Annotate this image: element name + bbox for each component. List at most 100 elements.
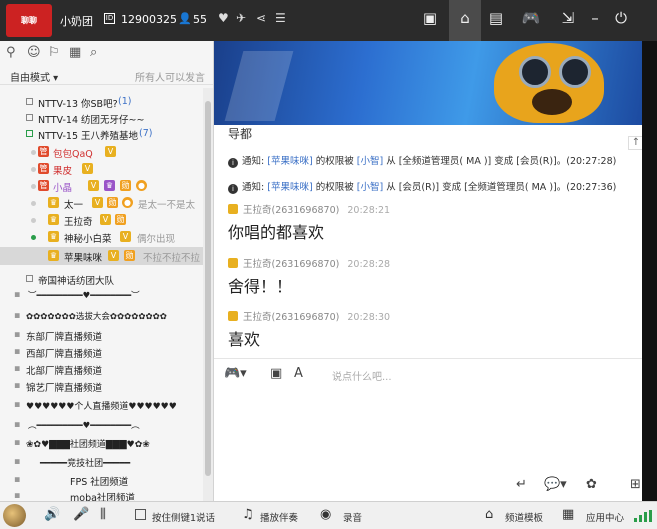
plane-icon[interactable]: ✈ <box>236 11 246 25</box>
enter-icon[interactable]: ↵ <box>516 477 527 492</box>
vip-badge-icon: V <box>120 231 131 242</box>
admin-badge-icon: 管 <box>38 146 49 157</box>
tree-item[interactable]: NTTV-13 你SB吧? (1) <box>0 94 203 110</box>
collapse-arrow-icon: ▪ <box>14 329 21 340</box>
push-to-talk-checkbox[interactable] <box>135 509 146 520</box>
tree-item[interactable]: 帝国神话纺团大队 <box>0 271 203 287</box>
admin-badge-icon: 管 <box>38 180 49 191</box>
message-sender[interactable]: 王拉奇(2631696870) 20:28:30 <box>228 309 390 323</box>
heart-icon[interactable]: ♥ <box>218 11 229 25</box>
gamepad-emoji-icon[interactable]: 🎮▾ <box>224 366 247 381</box>
search-icon[interactable]: ⌕ <box>90 45 97 60</box>
record-button[interactable]: 录音 <box>343 510 362 524</box>
list-icon[interactable]: ▤ <box>485 9 507 27</box>
menu-icon[interactable]: ☰ <box>275 11 286 25</box>
signal-strength-icon <box>634 510 654 522</box>
gamepad-icon[interactable]: 🎮 <box>520 9 542 27</box>
chat-bubble-icon[interactable]: 💬▾ <box>544 477 567 492</box>
message-text: 舍得！！ <box>228 277 293 296</box>
mixer-icon[interactable]: ⫼ <box>100 507 106 522</box>
tree-item-user-selected[interactable]: ♛ 苹果味咪 V 勋 不拉不拉不拉 <box>0 247 203 265</box>
channel-logo[interactable]: 聊聊 <box>6 4 52 37</box>
mic-icon[interactable]: 🎤 <box>73 507 89 522</box>
status-dot-icon <box>31 235 36 240</box>
tree-item[interactable]: NTTV-14 纺团无牙仔~~ <box>0 110 203 126</box>
tree-item[interactable]: ▪ 锦艺厂牌直播频道 <box>0 378 203 394</box>
role-badge-icon: ♛ <box>48 231 59 242</box>
banner-goggle-right <box>559 56 591 88</box>
accompany-button[interactable]: 播放伴奏 <box>260 510 298 524</box>
tree-item[interactable]: ▪ 西部厂牌直播频道 <box>0 344 203 360</box>
user-icon[interactable]: ⚲ <box>6 45 16 60</box>
tree-item[interactable]: ▪ 东部厂牌直播频道 <box>0 327 203 343</box>
tree-item[interactable]: ▪ moba社团频道 <box>0 488 203 501</box>
app-center-button[interactable]: 应用中心 <box>586 510 624 524</box>
bottom-bar: 🔊 🎤 ⫼ 按住侧键1说话 ♫ 播放伴奏 ◉ 录音 ⌂ 频道模板 ▦ 应用中心 <box>0 501 657 529</box>
friends-icon[interactable]: ☺ <box>27 45 41 60</box>
vip-badge-icon: V <box>92 197 103 208</box>
message-sender[interactable]: 王拉奇(2631696870) 20:28:28 <box>228 256 390 270</box>
tree-item-user[interactable]: ♛ 神秘小白菜 V 偶尔出现 <box>0 229 203 245</box>
role-badge-icon <box>228 204 238 214</box>
gift-icon[interactable]: ⊞ <box>630 477 641 492</box>
speaker-icon[interactable]: 🔊 <box>44 507 60 522</box>
vip-badge-icon: V <box>100 214 111 225</box>
collapse-arrow-icon: ▪ <box>14 490 21 501</box>
speak-mode-hint: 所有人可以发言 <box>135 73 205 84</box>
message-text: 喜欢 <box>228 330 261 349</box>
notes-icon[interactable]: ▦ <box>69 45 81 60</box>
tree-item-user[interactable]: ♛ 太一 V 勋 ● 是太一不是太 <box>0 195 203 211</box>
home-icon[interactable]: ⌂ <box>454 9 476 27</box>
location-icon[interactable]: ⚐ <box>48 45 60 60</box>
tree-item-user[interactable]: 管 果皮 V <box>0 161 203 177</box>
template-icon[interactable]: ⌂ <box>485 507 493 522</box>
record-icon[interactable]: ◉ <box>320 507 331 522</box>
message-sender[interactable]: 王拉奇(2631696870) 20:28:21 <box>228 202 390 216</box>
screenshot-icon[interactable]: ▣ <box>270 366 282 381</box>
minimize-to-tray-icon[interactable]: ⇲ <box>557 9 579 27</box>
tree-item[interactable]: ▪ ❀✿♥▇▇▇社团频道▇▇▇♥✿❀ <box>0 435 203 451</box>
tree-item[interactable]: ▪ ✿✿✿✿✿✿✿选拔大会✿✿✿✿✿✿✿✿ <box>0 308 203 324</box>
flower-icon[interactable]: ✿ <box>586 477 597 492</box>
tree-item[interactable]: ▪ ♥♥♥♥♥♥个人直播频道♥♥♥♥♥♥ <box>0 397 203 413</box>
tree-item-user[interactable]: ♛ 王拉奇 V 勋 <box>0 212 203 228</box>
role-badge-icon: ♛ <box>48 250 59 261</box>
tree-item-user[interactable]: 管 包包QaQ V <box>0 144 203 160</box>
medal-badge-icon: 勋 <box>107 197 118 208</box>
font-style-icon[interactable]: A <box>294 366 303 381</box>
send-toolbar: ↵ 💬▾ ✿ ⊞ <box>214 471 657 501</box>
music-icon[interactable]: ♫ <box>242 507 254 522</box>
push-to-talk-label[interactable]: 按住侧键1说话 <box>152 510 215 524</box>
banner-decoration <box>224 51 294 121</box>
channel-box-icon <box>26 98 33 105</box>
coin-badge-icon: ● <box>122 197 133 208</box>
tree-item[interactable]: ▪ ︵━━━━━━━━━♥━━━━━━━━︵ <box>0 417 203 433</box>
message-input[interactable]: 说点什么吧... <box>332 368 392 383</box>
role-badge-icon: ♛ <box>48 214 59 225</box>
vip-badge-icon: V <box>108 250 119 261</box>
share-icon[interactable]: ⋖ <box>256 11 266 25</box>
id-icon: ID <box>104 13 115 24</box>
channel-banner[interactable] <box>214 41 642 125</box>
tree-item-user[interactable]: 管 小晶 V ♛ 勋 ● <box>0 178 203 194</box>
vip-badge-icon: V <box>82 163 93 174</box>
video-icon[interactable]: ▣ <box>419 9 441 27</box>
tree-item[interactable]: ▪ 北部厂牌直播频道 <box>0 361 203 377</box>
tree-item[interactable]: NTTV-15 王八养殖基地 (7) <box>0 126 203 142</box>
medal-badge-icon: 勋 <box>115 214 126 225</box>
tree-scrollbar-thumb[interactable] <box>205 101 211 476</box>
speak-mode-select[interactable]: 自由模式 ▾ <box>10 69 58 84</box>
channel-id: 12900325 <box>121 13 177 26</box>
channel-box-icon <box>26 275 33 282</box>
avatar[interactable] <box>3 504 26 527</box>
tree-item[interactable]: ▪ FPS 社团频道 <box>0 472 203 488</box>
collapse-arrow-icon: ▪ <box>14 380 21 391</box>
power-icon[interactable]: ⏻ <box>610 9 632 27</box>
tree-item[interactable]: ▪ ︶━━━━━━━━━♥━━━━━━━━︶ <box>0 287 203 303</box>
collapse-arrow-icon: ▪ <box>14 310 21 321</box>
tree-item[interactable]: ▪ ━━━━━竞技社团━━━━━ <box>0 454 203 470</box>
medal-badge-icon: 勋 <box>124 250 135 261</box>
grid-icon[interactable]: ▦ <box>562 507 574 522</box>
minimize-icon[interactable]: – <box>584 9 606 27</box>
channel-template-button[interactable]: 频道模板 <box>505 510 543 524</box>
